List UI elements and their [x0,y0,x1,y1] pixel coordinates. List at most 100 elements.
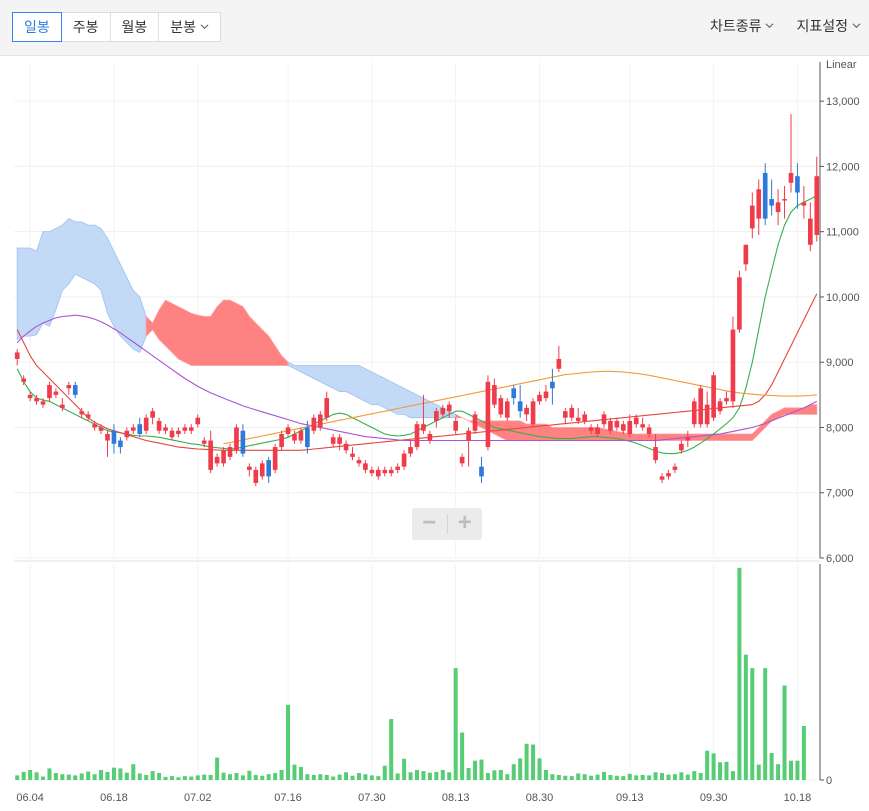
volume-bar [614,775,619,780]
volume-bar [86,771,91,780]
volume-bar [595,774,600,780]
candle-body [762,172,768,219]
candle-body [156,420,162,431]
volume-bar [653,772,658,780]
candle-body [143,417,149,431]
volume-bar [144,774,149,780]
candle-body [169,430,175,438]
volume-bar [608,774,613,780]
volume-bar [569,776,574,780]
volume-bar [118,768,123,780]
candle [737,270,742,333]
price-axis-label: 8,000 [826,422,854,434]
volume-bar [150,771,155,780]
volume-bar [763,668,768,780]
candle-body [640,424,646,428]
candle-body [472,414,478,431]
period-weekly-button[interactable]: 주봉 [62,13,111,41]
volume-bar [131,764,136,780]
volume-bar [389,719,394,780]
volume-bar [582,774,587,780]
candle-body [272,447,278,470]
volume-bar [672,774,677,780]
candle-body [214,456,220,464]
period-monthly-button[interactable]: 월봉 [111,13,160,41]
candle-body [53,391,59,395]
candle-body [60,404,65,408]
candle-body [666,473,671,477]
zoom-controls: − + [412,508,482,540]
candle-body [201,440,207,444]
volume-bar [273,773,278,780]
volume-bar [537,758,542,780]
candle [414,420,420,451]
candle-body [724,398,729,402]
candle-body [98,427,104,431]
candle-body [388,469,394,474]
volume-bar [253,774,258,780]
candle-body [801,202,807,206]
volume-bar [440,769,445,780]
price-axis-label: 10,000 [826,292,860,304]
date-axis-label: 06.04 [16,792,44,804]
volume-bar [589,775,594,780]
volume-bar [705,750,710,780]
volume-bar [363,774,368,780]
period-minute-label: 분봉 [170,19,197,35]
volume-bar [453,668,458,780]
candle-body [543,391,549,399]
volume-bar [240,775,245,780]
candle-body [221,450,226,464]
volume-bar [782,685,787,780]
candle-body [717,401,723,412]
indicator-settings-dropdown[interactable]: 지표설정 [796,16,861,36]
volume-bar [698,773,703,780]
volume-bar [685,774,690,780]
zoom-out-button[interactable]: − [412,508,447,540]
volume-bar [640,774,645,780]
volume-bar [169,776,174,780]
scale-mode-label: Linear [826,59,857,71]
chart-area[interactable]: Linear 13,000 12,000 11,000 10,000 9,000 8,000… [0,4,869,811]
candle [711,372,716,421]
candle-body [627,420,633,434]
price-axis-label: 12,000 [826,161,860,173]
volume-bar [79,773,84,780]
candle-body [414,424,420,448]
volume-bar [724,761,729,780]
candle-body [769,199,774,206]
candle [485,375,491,451]
price-axis-label: 7,000 [826,488,854,500]
candle-body [550,381,555,389]
volume-bar [215,757,220,780]
volume-bar [750,668,755,780]
volume-bar [21,771,26,780]
volume-bar [324,774,329,780]
volume-bar [195,775,200,780]
candle-body [711,375,716,418]
volume-bar [801,726,806,780]
zoom-in-button[interactable]: + [448,508,483,540]
candle-body [253,469,259,483]
volume-bar [99,769,104,780]
stock-chart[interactable]: Linear 13,000 12,000 11,000 10,000 9,000 8,000… [0,4,869,811]
chart-type-dropdown[interactable]: 차트종류 [710,16,775,36]
volume-bar [576,773,581,780]
volume-bar [447,772,452,780]
candle-body [511,388,517,399]
volume-bar [531,744,536,780]
candle-body [575,417,581,421]
volume-bar [234,773,239,780]
candle-body [350,453,355,457]
period-minute-button[interactable]: 분봉 [159,13,220,41]
candle-body [130,427,136,431]
candle-body [504,401,510,418]
volume-bar [415,769,419,780]
candle-body [92,424,97,428]
volume-bar [111,767,116,780]
candle-body [434,411,439,421]
period-daily-button[interactable]: 일봉 [12,12,62,42]
volume-bar [331,776,336,780]
volume-bar [460,732,465,780]
volume-bar [718,762,723,780]
